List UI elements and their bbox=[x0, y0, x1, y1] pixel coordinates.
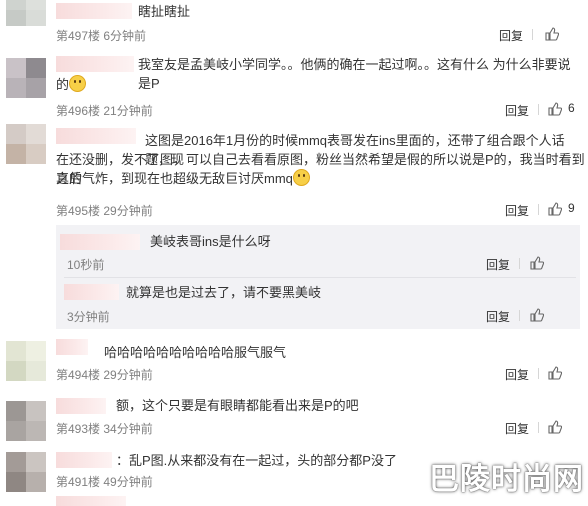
subreply-text: 就算是也是过去了，请不要黑美岐 bbox=[126, 285, 322, 300]
user-name[interactable] bbox=[56, 128, 136, 144]
thumbs-up-icon[interactable] bbox=[530, 308, 544, 322]
comment-text: 瞎扯瞎扯 bbox=[138, 4, 191, 19]
comment-text: 额，这个只要是有眼睛都能看出来是P的吧 bbox=[116, 398, 359, 413]
avatar[interactable] bbox=[6, 341, 46, 381]
thumbs-up-icon[interactable] bbox=[548, 420, 562, 434]
reply-button[interactable]: 回复 bbox=[505, 202, 529, 219]
user-name[interactable] bbox=[56, 56, 134, 72]
thumbs-up-icon[interactable] bbox=[548, 102, 562, 116]
reply-button[interactable]: 回复 bbox=[486, 256, 510, 273]
divider bbox=[538, 104, 539, 115]
floor-number: 第497楼 6分钟前 bbox=[56, 29, 147, 43]
comment-text: 哈哈哈哈哈哈哈哈哈哈服气服气 bbox=[104, 345, 287, 360]
thumbs-up-icon[interactable] bbox=[548, 366, 562, 380]
divider bbox=[538, 368, 539, 379]
thumbs-up-icon[interactable] bbox=[545, 27, 559, 41]
user-name[interactable] bbox=[64, 284, 119, 300]
user-name[interactable] bbox=[56, 496, 126, 506]
divider bbox=[538, 422, 539, 433]
reply-button[interactable]: 回复 bbox=[505, 420, 529, 437]
divider bbox=[64, 277, 576, 278]
avatar[interactable] bbox=[6, 0, 46, 26]
user-name[interactable] bbox=[56, 398, 106, 414]
like-count: 6 bbox=[568, 101, 575, 115]
reply-button[interactable]: 回复 bbox=[505, 102, 529, 119]
like-count: 9 bbox=[568, 201, 575, 215]
reply-button[interactable]: 回复 bbox=[499, 27, 523, 44]
thumbs-up-icon[interactable] bbox=[548, 202, 562, 216]
divider bbox=[532, 29, 533, 40]
thumbs-up-icon[interactable] bbox=[530, 256, 544, 270]
divider bbox=[519, 258, 520, 269]
user-name[interactable] bbox=[56, 3, 132, 19]
emoji-icon bbox=[292, 169, 310, 186]
comment-text: ：乱P图.从来都没有在一起过，头的部分都P没了 bbox=[116, 453, 397, 468]
avatar[interactable] bbox=[6, 401, 46, 441]
divider bbox=[538, 204, 539, 215]
user-name[interactable] bbox=[56, 339, 88, 355]
emoji-icon bbox=[69, 75, 87, 92]
comment-text: 我室友是孟美岐小学同学。。他俩的确在一起过啊。。这有什么 为什么非要说是P bbox=[138, 57, 571, 91]
floor-number: 第493楼 34分钟前 bbox=[56, 422, 153, 436]
comment-text-line3: 真的气炸，到现在也超级无敌巨讨厌mmq bbox=[56, 169, 310, 188]
user-name[interactable] bbox=[60, 234, 140, 250]
floor-number: 第495楼 29分钟前 bbox=[56, 204, 153, 218]
watermark-text: 巴陵时尚网 bbox=[429, 463, 584, 496]
avatar[interactable] bbox=[6, 58, 46, 98]
floor-number: 第496楼 21分钟前 bbox=[56, 104, 153, 118]
subreply-time: 3分钟前 bbox=[67, 310, 110, 324]
avatar[interactable] bbox=[6, 452, 46, 492]
user-name[interactable] bbox=[56, 452, 112, 468]
floor-number: 第491楼 49分钟前 bbox=[56, 475, 153, 489]
reply-button[interactable]: 回复 bbox=[505, 366, 529, 383]
divider bbox=[519, 310, 520, 321]
subreply-time: 10秒前 bbox=[67, 258, 105, 272]
avatar[interactable] bbox=[6, 124, 46, 164]
subreply-text: 美岐表哥ins是什么呀 bbox=[150, 234, 271, 249]
floor-number: 第494楼 29分钟前 bbox=[56, 368, 153, 382]
reply-button[interactable]: 回复 bbox=[486, 308, 510, 325]
comment-text-line2: 的 bbox=[56, 75, 87, 94]
